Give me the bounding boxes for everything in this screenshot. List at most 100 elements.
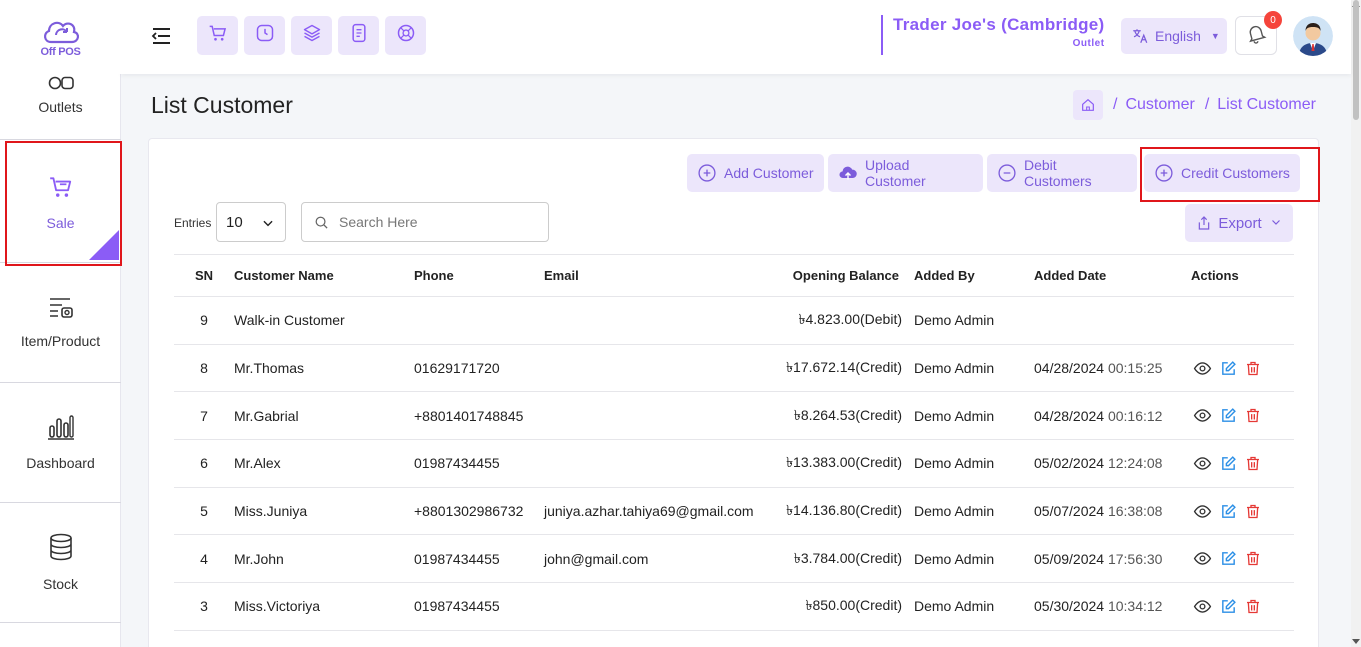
table-row: 8 Mr.Thomas 01629171720 ৳17.672.14(Credit) D… [174,344,1294,393]
customer-table: SN Customer Name Phone Email Opening Bal… [174,254,1294,647]
trash-icon[interactable] [1245,455,1261,472]
quick-clock-button[interactable] [244,16,285,55]
cell-opening-balance: ৳4.823.00(Debit) [774,296,914,345]
cell-added-by: Demo Admin [914,534,1034,584]
cell-actions [1191,534,1294,584]
cell-added-by: Demo Admin [914,296,1034,345]
edit-icon[interactable] [1220,455,1237,472]
eye-icon[interactable] [1193,597,1212,616]
logo-text: Off POS [40,46,81,58]
sidebar-item-stock[interactable]: Stock [0,503,121,623]
home-icon[interactable] [1073,90,1103,120]
cell-phone: 01987434455 [414,439,544,488]
sidebar-item-label: Dashboard [26,455,95,471]
add-customer-button[interactable]: Add Customer [687,154,824,192]
debit-customers-label: Debit Customers [1024,157,1092,189]
cell-customer-name: Mr.Gabrial [234,391,414,441]
time-text: 12:24:08 [1107,455,1163,472]
upload-customer-button[interactable]: Upload Customer [828,154,983,192]
trash-icon[interactable] [1245,550,1261,567]
plus-circle-icon [697,163,717,183]
breadcrumb-customer[interactable]: Customer [1125,96,1194,114]
cell-actions [1191,391,1294,441]
credit-customers-button[interactable]: Credit Customers [1144,154,1300,192]
cell-email [544,296,774,345]
app-logo[interactable]: Off POS [0,0,121,74]
cell-email: Dom@gmail.com [544,630,774,647]
user-avatar[interactable] [1293,16,1333,56]
page-scrollbar[interactable] [1351,0,1361,647]
customer-list-card: Add Customer Upload Customer Debit Custo… [148,138,1319,647]
cell-email [544,391,774,441]
debit-customers-button[interactable]: Debit Customers [987,154,1137,192]
cell-opening-balance: ৳14.136.80(Credit) [774,487,914,536]
trash-icon[interactable] [1245,503,1261,520]
sidebar-item-product[interactable]: Item/Product [0,263,121,383]
search-input[interactable] [339,214,539,230]
column-header-added-date[interactable]: Added Date [1034,254,1191,297]
trash-icon[interactable] [1245,598,1261,615]
cell-phone: 2536556336 [414,630,544,647]
time-text: 00:16:12 [1107,407,1163,424]
cell-sn: 8 [174,344,234,393]
breadcrumb-list-customer[interactable]: List Customer [1217,96,1316,114]
upload-customer-label: Upload Customer [865,157,926,189]
eye-icon[interactable] [1193,454,1212,473]
trash-icon[interactable] [1245,407,1261,424]
column-header-email[interactable]: Email [544,254,774,297]
edit-icon[interactable] [1220,360,1237,377]
quick-pos-button[interactable] [197,16,238,55]
table-row: 2Dom2536556336Dom@gmail.com৳73.00(Credit… [174,630,1294,647]
minus-circle-icon [997,163,1017,183]
column-header-opening-balance[interactable]: Opening Balance [774,254,914,297]
cloud-upload-icon [838,163,858,183]
cell-customer-name: Dom [234,630,414,647]
column-header-customer-name[interactable]: Customer Name [234,254,414,297]
chevron-down-icon [261,216,275,234]
column-header-added-by[interactable]: Added By [914,254,1034,297]
menu-toggle-icon[interactable] [149,24,173,48]
edit-icon[interactable] [1220,407,1237,424]
cell-added-by: Demo Admin [914,344,1034,393]
language-dropdown[interactable]: English ▼ [1121,18,1227,54]
eye-icon[interactable] [1193,549,1212,568]
export-button[interactable]: Export [1185,204,1293,242]
edit-icon[interactable] [1220,503,1237,520]
notifications-button[interactable]: 0 [1235,11,1282,55]
language-label: English [1155,28,1201,44]
cell-opening-balance: ৳850.00(Credit) [774,582,914,631]
sidebar-item-label: Stock [42,576,78,592]
clock-icon [255,23,275,48]
eye-icon[interactable] [1193,359,1212,378]
cell-opening-balance: ৳3.784.00(Credit) [774,534,914,584]
eye-icon[interactable] [1193,406,1212,425]
cell-phone: 01987434455 [414,534,544,584]
cell-actions [1191,487,1294,536]
export-label: Export [1218,214,1262,232]
sidebar-item-dashboard[interactable]: Dashboard [0,383,121,503]
edit-icon[interactable] [1220,550,1237,567]
cell-added-date: 06/26/2024 17:40:02 [1034,630,1191,647]
sidebar-item-label: Sale [46,215,75,231]
entries-select[interactable]: 10 [216,202,286,242]
trash-icon[interactable] [1245,360,1261,377]
sidebar-item-sale[interactable]: Sale [0,143,121,263]
cell-added-date: 04/28/2024 00:15:25 [1034,344,1191,393]
cell-phone: 01987434455 [414,582,544,631]
plus-circle-icon [1154,163,1174,183]
scroll-down-arrow[interactable] [1352,639,1360,644]
scrollbar-thumb[interactable] [1353,0,1359,120]
eye-icon[interactable] [1193,502,1212,521]
quick-support-button[interactable] [385,16,426,55]
quick-layers-button[interactable] [291,16,332,55]
edit-icon[interactable] [1220,598,1237,615]
cell-added-by: Demo Admin [914,439,1034,488]
cell-email: juniya.azhar.tahiya69@gmail.com [544,487,774,536]
cell-added-date: 05/09/2024 17:56:30 [1034,534,1191,584]
table-row: 6 Mr.Alex 01987434455 ৳13.383.00(Credit) Dem… [174,439,1294,488]
cell-sn: 2 [174,630,234,647]
column-header-phone[interactable]: Phone [414,254,544,297]
breadcrumb: / Customer / List Customer [1073,90,1316,120]
quick-document-button[interactable] [338,16,379,55]
column-header-sn[interactable]: SN [174,254,234,297]
